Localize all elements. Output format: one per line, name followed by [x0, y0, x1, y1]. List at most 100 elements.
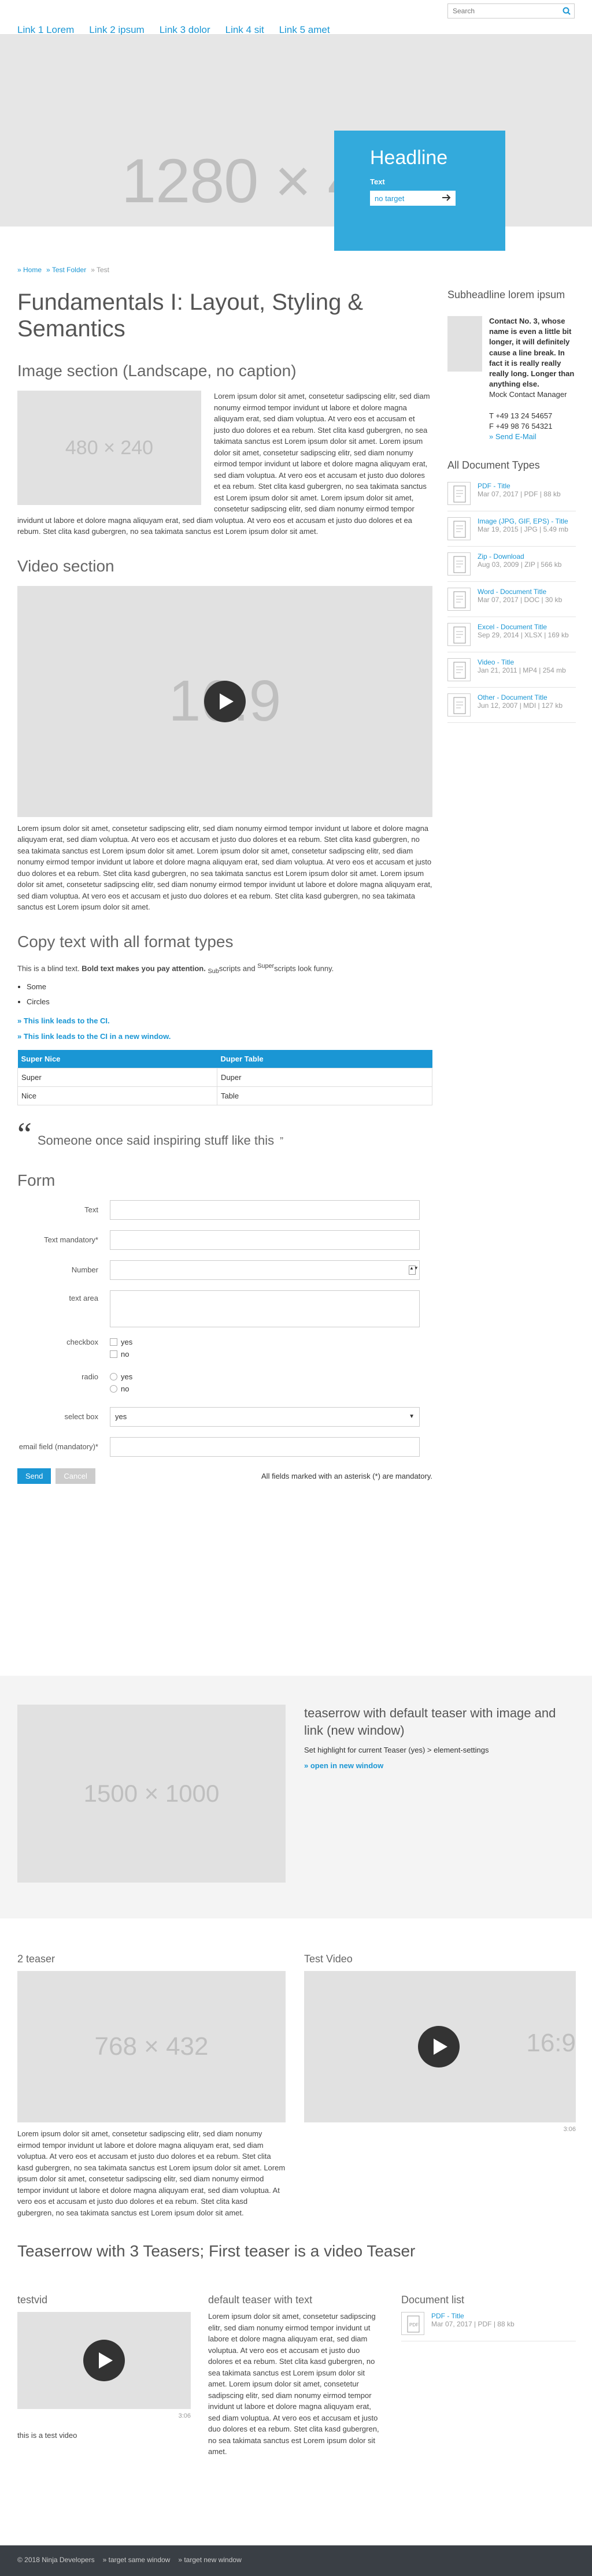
document-title[interactable]: Video - Title	[478, 658, 514, 666]
teaser-3-col-1: testvid 3:06 this is a test video	[17, 2294, 191, 2441]
email-field[interactable]	[110, 1437, 420, 1457]
copy-bold-text: Bold text makes you pay attention.	[82, 963, 206, 973]
select-value: yes	[115, 1412, 127, 1421]
footer-link-new-window[interactable]: » target new window	[178, 2556, 241, 2566]
document-title[interactable]: PDF - Title	[431, 2312, 464, 2320]
checkbox[interactable]	[110, 1350, 117, 1358]
radio-option-no[interactable]: no	[110, 1384, 132, 1393]
number-field[interactable]: ▲▼	[110, 1260, 420, 1280]
teaser-2-text: Lorem ipsum dolor sit amet, consetetur s…	[17, 2129, 286, 2217]
teaser-title: teaserrow with default teaser with image…	[304, 1706, 556, 1738]
search-input[interactable]	[448, 7, 559, 15]
teaser-2-title: 2 teaser	[17, 1953, 56, 1965]
document-item[interactable]: Excel - Document Title Sep 29, 2014 | XLS…	[447, 617, 576, 653]
table-header: Super Nice	[17, 1049, 217, 1068]
breadcrumb-home[interactable]: » Home	[17, 266, 42, 274]
radio-button[interactable]	[110, 1372, 117, 1380]
document-item[interactable]: PDF PDF - Title Mar 07, 2017 | PDF | 88 …	[401, 2306, 576, 2341]
footer-link-same-window[interactable]: » target same window	[103, 2556, 171, 2566]
contact-photo	[447, 316, 482, 372]
nav-link-5[interactable]: Link 5 amet	[279, 24, 330, 36]
checkbox-option-no[interactable]: no	[110, 1350, 132, 1358]
main-content: Fundamentals I: Layout, Styling & Semant…	[17, 289, 432, 1484]
video-section-text: Lorem ipsum dolor sit amet, consetetur s…	[17, 823, 432, 912]
breadcrumb-folder[interactable]: » Test Folder	[46, 266, 86, 274]
radio-option-label: no	[121, 1384, 130, 1393]
document-meta: Aug 03, 2009 | ZIP | 566 kb	[478, 561, 562, 569]
video-player[interactable]: 16:9	[17, 585, 432, 817]
document-meta: Jan 21, 2011 | MP4 | 254 mb	[478, 666, 566, 675]
select-label: select box	[64, 1412, 98, 1421]
table-cell: Duper	[217, 1067, 432, 1087]
teaser-2-image: 768 × 432	[17, 1971, 286, 2122]
checkbox[interactable]	[110, 1338, 117, 1346]
default-teaser-title: default teaser with text	[208, 2294, 313, 2306]
document-title[interactable]: Image (JPG, GIF, EPS) - Title	[478, 517, 568, 525]
form-heading: Form	[17, 1171, 56, 1189]
teaser-3-col-2: default teaser with text Lorem ipsum dol…	[208, 2294, 382, 2458]
teaser-link[interactable]: » open in new window	[304, 1761, 576, 1770]
quote-close-icon: ”	[280, 1135, 284, 1147]
document-item[interactable]: PDF - Title Mar 07, 2017 | PDF | 88 kb	[447, 476, 576, 512]
checkbox-group: yes no	[110, 1338, 132, 1362]
link-ci-label: This link leads to the CI.	[23, 1016, 110, 1025]
docs-heading: All Document Types	[447, 459, 540, 472]
email-label: email field (mandatory)*	[18, 1442, 98, 1452]
table-cell: Table	[217, 1086, 432, 1105]
nav-link-1[interactable]: Link 1 Lorem	[17, 24, 74, 36]
testvid-title: testvid	[17, 2294, 48, 2306]
copy-sup-rest: scripts look funny.	[274, 963, 334, 973]
radio-option-yes[interactable]: yes	[110, 1372, 132, 1381]
radio-group: yes no	[110, 1372, 132, 1397]
document-list: PDF - Title Mar 07, 2017 | PDF | 88 kb Ima…	[447, 476, 576, 723]
document-title[interactable]: Zip - Download	[478, 552, 524, 561]
number-label: Number	[71, 1265, 98, 1275]
testvid-text: this is a test video	[17, 2431, 77, 2440]
breadcrumb-home-label: Home	[23, 266, 42, 274]
document-item[interactable]: Other - Document Title Jun 12, 2007 | MDI…	[447, 688, 576, 723]
text-field[interactable]	[110, 1200, 420, 1220]
test-video-player[interactable]: 16:9	[304, 1971, 576, 2122]
header: Link 1 Lorem Link 2 ipsum Link 3 dolor L…	[0, 0, 592, 35]
link-ci[interactable]: » This link leads to the CI.	[17, 1016, 432, 1025]
contact-role: Mock Contact Manager	[489, 390, 567, 399]
text-label: Text	[84, 1205, 98, 1215]
document-title[interactable]: Word - Document Title	[478, 588, 546, 596]
document-item[interactable]: Word - Document Title Mar 07, 2017 | DOC …	[447, 582, 576, 618]
document-item[interactable]: Zip - Download Aug 03, 2009 | ZIP | 566 k…	[447, 547, 576, 582]
document-item[interactable]: Video - Title Jan 21, 2011 | MP4 | 254 mb	[447, 652, 576, 688]
document-title[interactable]: Excel - Document Title	[478, 623, 547, 631]
nav-link-4[interactable]: Link 4 sit	[225, 24, 264, 36]
cancel-button[interactable]: Cancel	[56, 1468, 95, 1484]
radio-button[interactable]	[110, 1384, 117, 1393]
select-box[interactable]: yes ▼	[110, 1406, 420, 1427]
hero-button[interactable]: no target	[370, 191, 456, 206]
search-icon[interactable]	[559, 3, 574, 18]
teaser-3-col-3: Document list PDF PDF - Title Mar 07, 20…	[401, 2294, 576, 2341]
search-box	[447, 3, 575, 18]
play-icon[interactable]	[204, 680, 246, 722]
link-ci-new-window[interactable]: » This link leads to the CI in a new win…	[17, 1032, 432, 1041]
document-meta: Sep 29, 2014 | XLSX | 169 kb	[478, 631, 569, 640]
send-email-link[interactable]: » Send E-Mail	[489, 432, 536, 441]
table-cell: Nice	[17, 1086, 217, 1105]
checkbox-option-yes[interactable]: yes	[110, 1338, 132, 1346]
nav-link-2[interactable]: Link 2 ipsum	[89, 24, 144, 36]
document-item[interactable]: Image (JPG, GIF, EPS) - Title Mar 19, 201…	[447, 511, 576, 547]
document-title[interactable]: PDF - Title	[478, 482, 510, 490]
breadcrumb-folder-label: Test Folder	[51, 266, 87, 274]
text-mandatory-field[interactable]	[110, 1230, 420, 1250]
hero-button-label: no target	[375, 194, 405, 203]
nav-link-3[interactable]: Link 3 dolor	[160, 24, 210, 36]
checkbox-option-label: yes	[121, 1337, 133, 1346]
send-button[interactable]: Send	[17, 1468, 51, 1484]
play-icon[interactable]	[83, 2340, 125, 2381]
image-icon	[447, 517, 471, 541]
document-title[interactable]: Other - Document Title	[478, 693, 547, 701]
copy-section-heading: Copy text with all format types	[17, 932, 234, 951]
text-area[interactable]	[110, 1290, 420, 1327]
play-icon[interactable]	[418, 2026, 460, 2068]
number-spinner-icon[interactable]: ▲▼	[409, 1265, 419, 1275]
main-nav: Link 1 Lorem Link 2 ipsum Link 3 dolor L…	[17, 24, 330, 36]
testvid-player[interactable]	[17, 2312, 191, 2409]
